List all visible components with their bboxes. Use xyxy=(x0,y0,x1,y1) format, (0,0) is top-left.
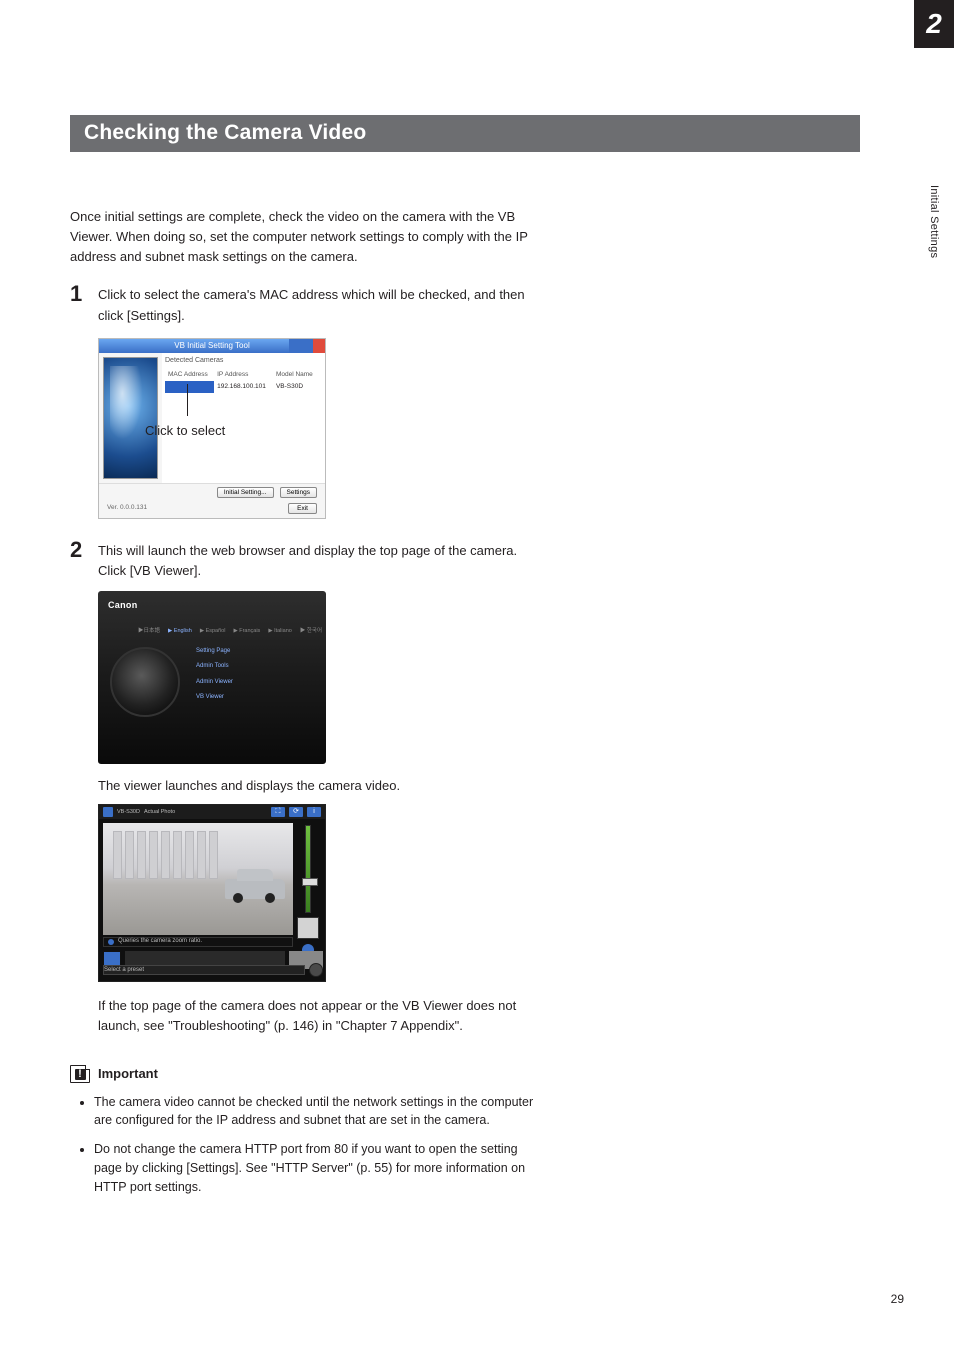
language-row: ▶日本語 ▶ English ▶ Español ▶ Français ▶ It… xyxy=(138,627,322,636)
viewer-app-icon xyxy=(103,807,113,817)
camera-lens-icon xyxy=(110,647,180,717)
status-icon xyxy=(108,939,114,945)
screenshot-vb-viewer: VB-S30D Actual Photo ⛶ ⟳ i Qu xyxy=(98,804,326,982)
info-icon[interactable]: i xyxy=(307,807,321,817)
globe-icon xyxy=(103,357,158,479)
panel-box[interactable] xyxy=(297,917,319,939)
group-label: Detected Cameras xyxy=(165,356,319,367)
side-label: Initial Settings xyxy=(928,185,940,258)
lang-item[interactable]: ▶ English xyxy=(168,627,192,636)
maximize-icon xyxy=(301,339,313,353)
page-title: Checking the Camera Video xyxy=(70,115,860,152)
home-button[interactable] xyxy=(309,963,323,977)
chapter-tab: 2 xyxy=(914,0,954,48)
close-icon xyxy=(313,339,325,353)
initial-setting-button[interactable]: Initial Setting... xyxy=(217,487,274,498)
viewer-mode: Actual Photo xyxy=(144,808,175,817)
link-vb-viewer[interactable]: VB Viewer xyxy=(196,693,233,702)
preset-select[interactable]: Select a preset xyxy=(103,965,305,975)
link-setting-page[interactable]: Setting Page xyxy=(196,647,233,656)
important-icon xyxy=(70,1065,90,1083)
lang-item[interactable]: ▶ Italiano xyxy=(268,627,292,636)
status-text: Queries the camera zoom ratio. xyxy=(118,937,202,946)
important-bullet: Do not change the camera HTTP port from … xyxy=(94,1140,540,1196)
link-admin-tools[interactable]: Admin Tools xyxy=(196,662,233,671)
link-admin-viewer[interactable]: Admin Viewer xyxy=(196,678,233,687)
callout-line xyxy=(187,384,188,416)
viewer-id: VB-S30D xyxy=(117,808,140,817)
lang-item[interactable]: ▶ 한국어 xyxy=(300,627,322,636)
important-bullet: The camera video cannot be checked until… xyxy=(94,1093,540,1131)
troubleshoot-text: If the top page of the camera does not a… xyxy=(98,996,540,1036)
step-1-number: 1 xyxy=(70,283,88,325)
lang-item[interactable]: ▶日本語 xyxy=(138,627,160,636)
col-ip: IP Address xyxy=(214,369,273,381)
figure-caption: The viewer launches and displays the cam… xyxy=(98,776,540,796)
window-title: VB Initial Setting Tool xyxy=(174,340,249,352)
screenshot-top-page: Canon ▶日本語 ▶ English ▶ Español ▶ Françai… xyxy=(98,591,326,764)
video-area[interactable] xyxy=(103,823,293,935)
step-2-text: This will launch the web browser and dis… xyxy=(98,541,540,581)
intro-text: Once initial settings are complete, chec… xyxy=(70,207,540,267)
minimize-icon xyxy=(289,339,301,353)
col-model: Model Name xyxy=(273,369,319,381)
car xyxy=(225,879,285,899)
important-heading: Important xyxy=(98,1064,158,1084)
canon-logo: Canon xyxy=(108,599,138,613)
reconnect-icon[interactable]: ⟳ xyxy=(289,807,303,817)
fullscreen-icon[interactable]: ⛶ xyxy=(271,807,285,817)
lang-item[interactable]: ▶ Español xyxy=(200,627,226,636)
step-1-text: Click to select the camera's MAC address… xyxy=(98,285,540,325)
cell-mac xyxy=(165,381,214,393)
cell-model: VB-S30D xyxy=(273,381,319,393)
exit-button[interactable]: Exit xyxy=(288,503,317,514)
page-number: 29 xyxy=(891,1292,904,1306)
col-mac: MAC Address xyxy=(165,369,214,381)
zoom-slider[interactable] xyxy=(305,825,311,913)
settings-button[interactable]: Settings xyxy=(280,487,318,498)
lang-item[interactable]: ▶ Français xyxy=(233,627,260,636)
cell-ip: 192.168.100.101 xyxy=(214,381,273,393)
table-row[interactable]: 192.168.100.101 VB-S30D xyxy=(165,381,319,393)
screenshot-setting-tool: VB Initial Setting Tool Detected Cameras… xyxy=(98,338,326,519)
step-2-number: 2 xyxy=(70,539,88,581)
version-label: Ver. 0.0.0.131 xyxy=(107,503,147,514)
